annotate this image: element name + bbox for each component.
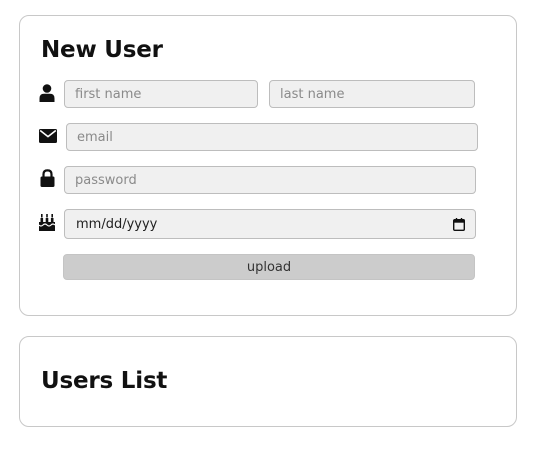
birthday-cake-icon <box>38 213 56 231</box>
birthday-date-input[interactable]: mm/dd/yyyy <box>64 209 476 239</box>
new-user-card: New User first name last name email mm/d… <box>19 15 517 316</box>
users-list-card: Users List <box>19 336 517 427</box>
email-input[interactable] <box>66 123 478 151</box>
user-icon <box>38 84 56 102</box>
users-list-title: Users List <box>41 368 168 394</box>
password-input[interactable] <box>64 166 476 194</box>
first-name-input[interactable] <box>64 80 258 108</box>
calendar-icon[interactable] <box>453 217 465 231</box>
lock-icon <box>38 169 56 187</box>
birthday-date-value: mm/dd/yyyy <box>76 216 158 232</box>
last-name-input[interactable] <box>269 80 475 108</box>
new-user-title: New User <box>41 37 163 63</box>
upload-button[interactable]: upload <box>63 254 475 280</box>
envelope-icon <box>39 127 57 145</box>
